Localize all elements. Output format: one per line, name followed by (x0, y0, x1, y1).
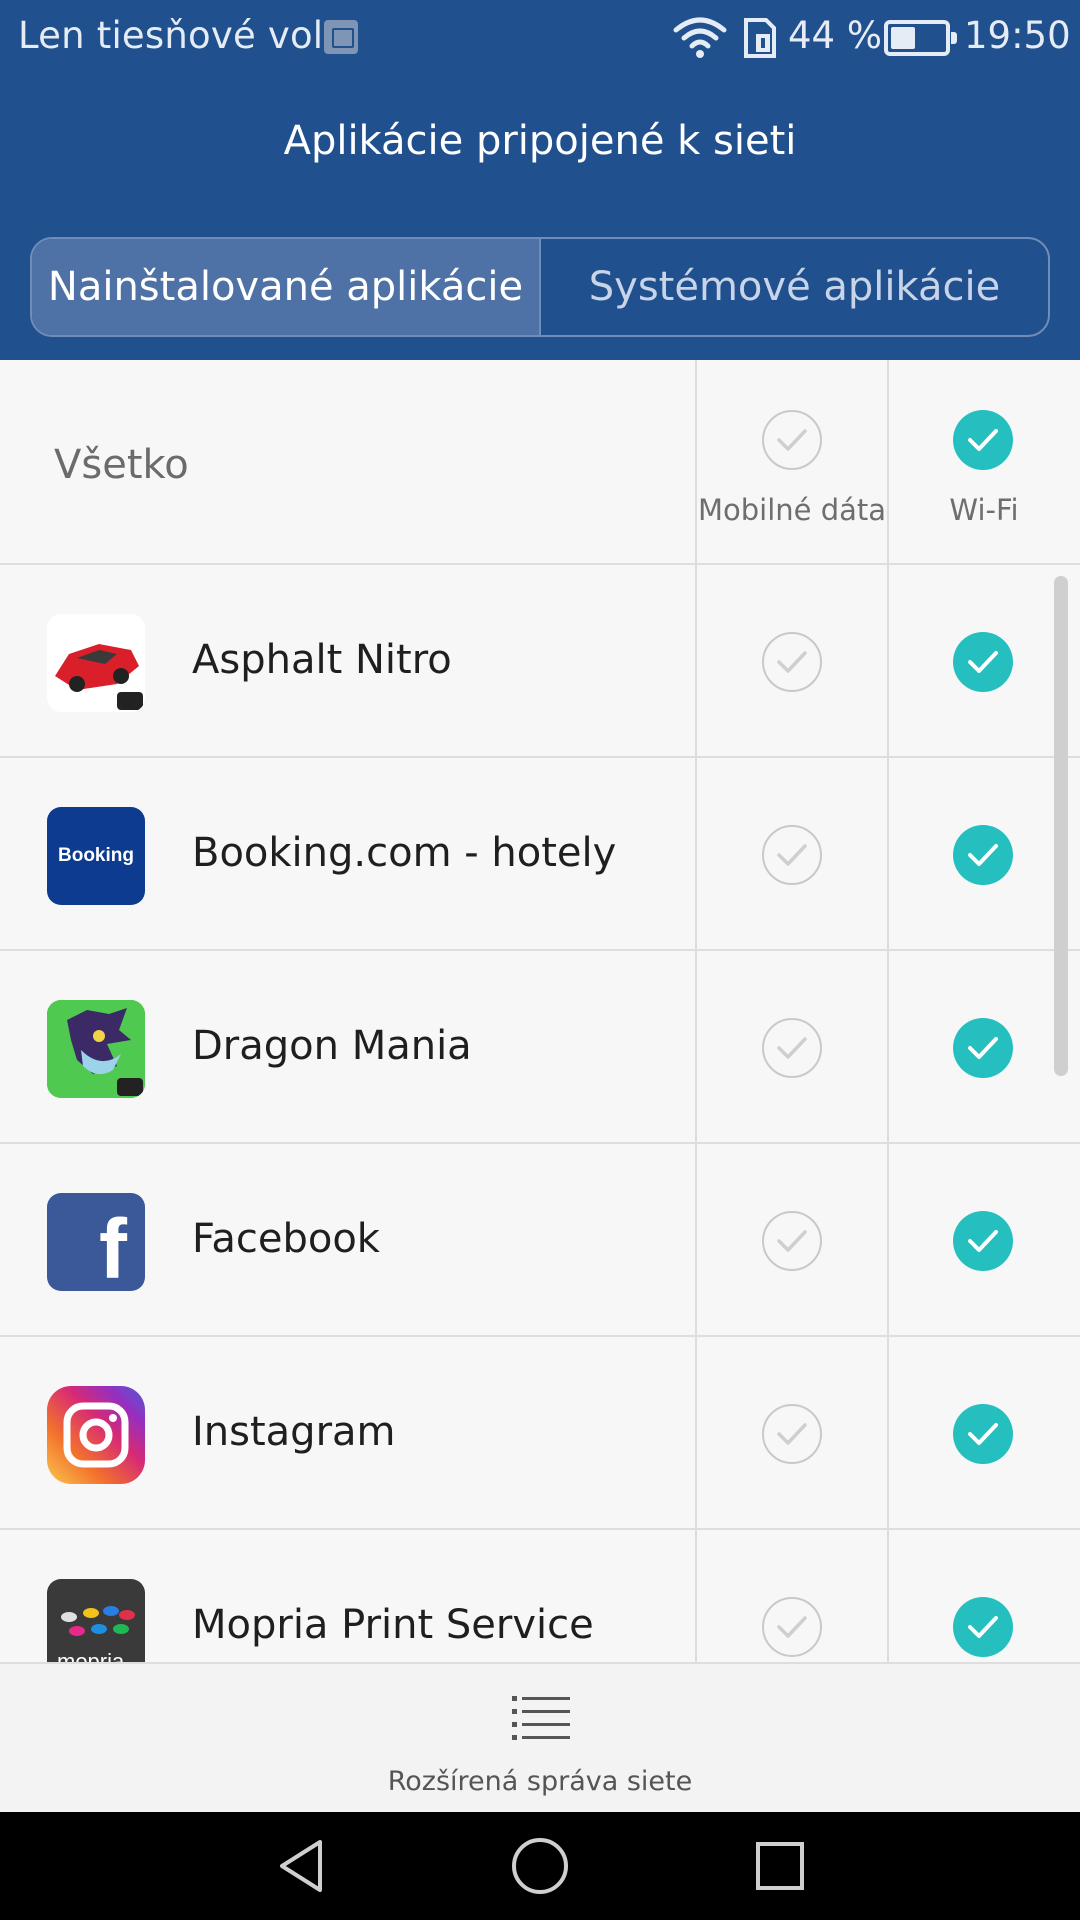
check-icon (968, 1230, 998, 1252)
mopria-icon: mopria (47, 1579, 145, 1662)
check-icon (968, 1423, 998, 1445)
mopria-logo-text: mopria (57, 1649, 125, 1662)
mobile-data-toggle[interactable] (762, 1404, 822, 1464)
header-bar: Len tiesňové vol. 44 % 19:50 Aplikácie p… (0, 0, 1080, 360)
status-bar: Len tiesňové vol. 44 % 19:50 (0, 0, 1080, 76)
mobile-data-toggle[interactable] (762, 1211, 822, 1271)
list-item: Instagram (0, 1337, 1080, 1530)
all-apps-label: Všetko (54, 442, 189, 488)
check-icon (968, 429, 998, 451)
home-icon[interactable] (508, 1834, 572, 1898)
wifi-toggle[interactable] (953, 825, 1013, 885)
check-icon (968, 1037, 998, 1059)
wifi-toggle[interactable] (953, 1597, 1013, 1657)
check-icon (968, 651, 998, 673)
all-mobile-data-toggle[interactable] (762, 410, 822, 470)
booking-logo-text: Booking (58, 845, 134, 866)
wifi-toggle[interactable] (953, 632, 1013, 692)
check-icon (777, 429, 807, 451)
list-item: mopria Mopria Print Service (0, 1530, 1080, 1662)
check-icon (968, 844, 998, 866)
back-icon[interactable] (270, 1834, 334, 1898)
advanced-network-button[interactable]: Rozšírená správa siete (0, 1662, 1080, 1812)
all-apps-row: Všetko Mobilné dáta Wi-Fi (0, 360, 1080, 565)
mobile-data-toggle[interactable] (762, 1018, 822, 1078)
clock: 19:50 (964, 14, 1071, 57)
list-menu-icon (512, 1696, 570, 1740)
app-name: Booking.com - hotely (192, 830, 617, 876)
mobile-data-toggle[interactable] (762, 632, 822, 692)
facebook-icon: f (47, 1193, 145, 1291)
mobile-data-column-label: Mobilné dáta (697, 493, 887, 527)
check-icon (777, 1037, 807, 1059)
list-item: Booking Booking.com - hotely (0, 758, 1080, 951)
check-icon (777, 1230, 807, 1252)
app-name: Asphalt Nitro (192, 637, 452, 683)
app-list: Všetko Mobilné dáta Wi-Fi Asphalt Nitro (0, 360, 1080, 1662)
check-icon (777, 1616, 807, 1638)
check-icon (968, 1616, 998, 1638)
recents-icon[interactable] (748, 1834, 812, 1898)
advanced-network-label: Rozšírená správa siete (387, 1766, 693, 1797)
booking-icon: Booking (47, 807, 145, 905)
dragon-mania-icon (47, 1000, 145, 1098)
battery-icon (884, 20, 957, 56)
list-item: Asphalt Nitro (0, 565, 1080, 758)
wifi-column-label: Wi-Fi (949, 493, 1019, 527)
wifi-toggle[interactable] (953, 1404, 1013, 1464)
carrier-text: Len tiesňové vol. (18, 14, 336, 57)
check-icon (777, 1423, 807, 1445)
list-item: Dragon Mania (0, 951, 1080, 1144)
app-name: Mopria Print Service (192, 1602, 594, 1648)
check-icon (777, 651, 807, 673)
app-name: Dragon Mania (192, 1023, 472, 1069)
page-title: Aplikácie pripojené k sieti (283, 118, 797, 164)
list-item: f Facebook (0, 1144, 1080, 1337)
mobile-data-toggle[interactable] (762, 825, 822, 885)
app-name: Instagram (192, 1409, 396, 1455)
sim-icon (744, 18, 776, 58)
instagram-icon (47, 1386, 145, 1484)
app-name: Facebook (192, 1216, 380, 1262)
scrollbar[interactable] (1054, 576, 1068, 1076)
facebook-logo-text: f (99, 1202, 127, 1291)
wifi-toggle[interactable] (953, 1018, 1013, 1078)
asphalt-nitro-icon (47, 614, 145, 712)
tab-installed-apps[interactable]: Nainštalované aplikácie (32, 239, 541, 335)
wifi-icon (673, 17, 727, 58)
system-navigation-bar (0, 1812, 1080, 1920)
wifi-toggle[interactable] (953, 1211, 1013, 1271)
tab-system-apps[interactable]: Systémové aplikácie (541, 239, 1048, 335)
image-notification-icon (324, 20, 358, 54)
check-icon (777, 844, 807, 866)
all-wifi-toggle[interactable] (953, 410, 1013, 470)
tab-bar: Nainštalované aplikácie Systémové apliká… (30, 237, 1050, 337)
battery-percent: 44 % (788, 14, 882, 57)
mobile-data-toggle[interactable] (762, 1597, 822, 1657)
